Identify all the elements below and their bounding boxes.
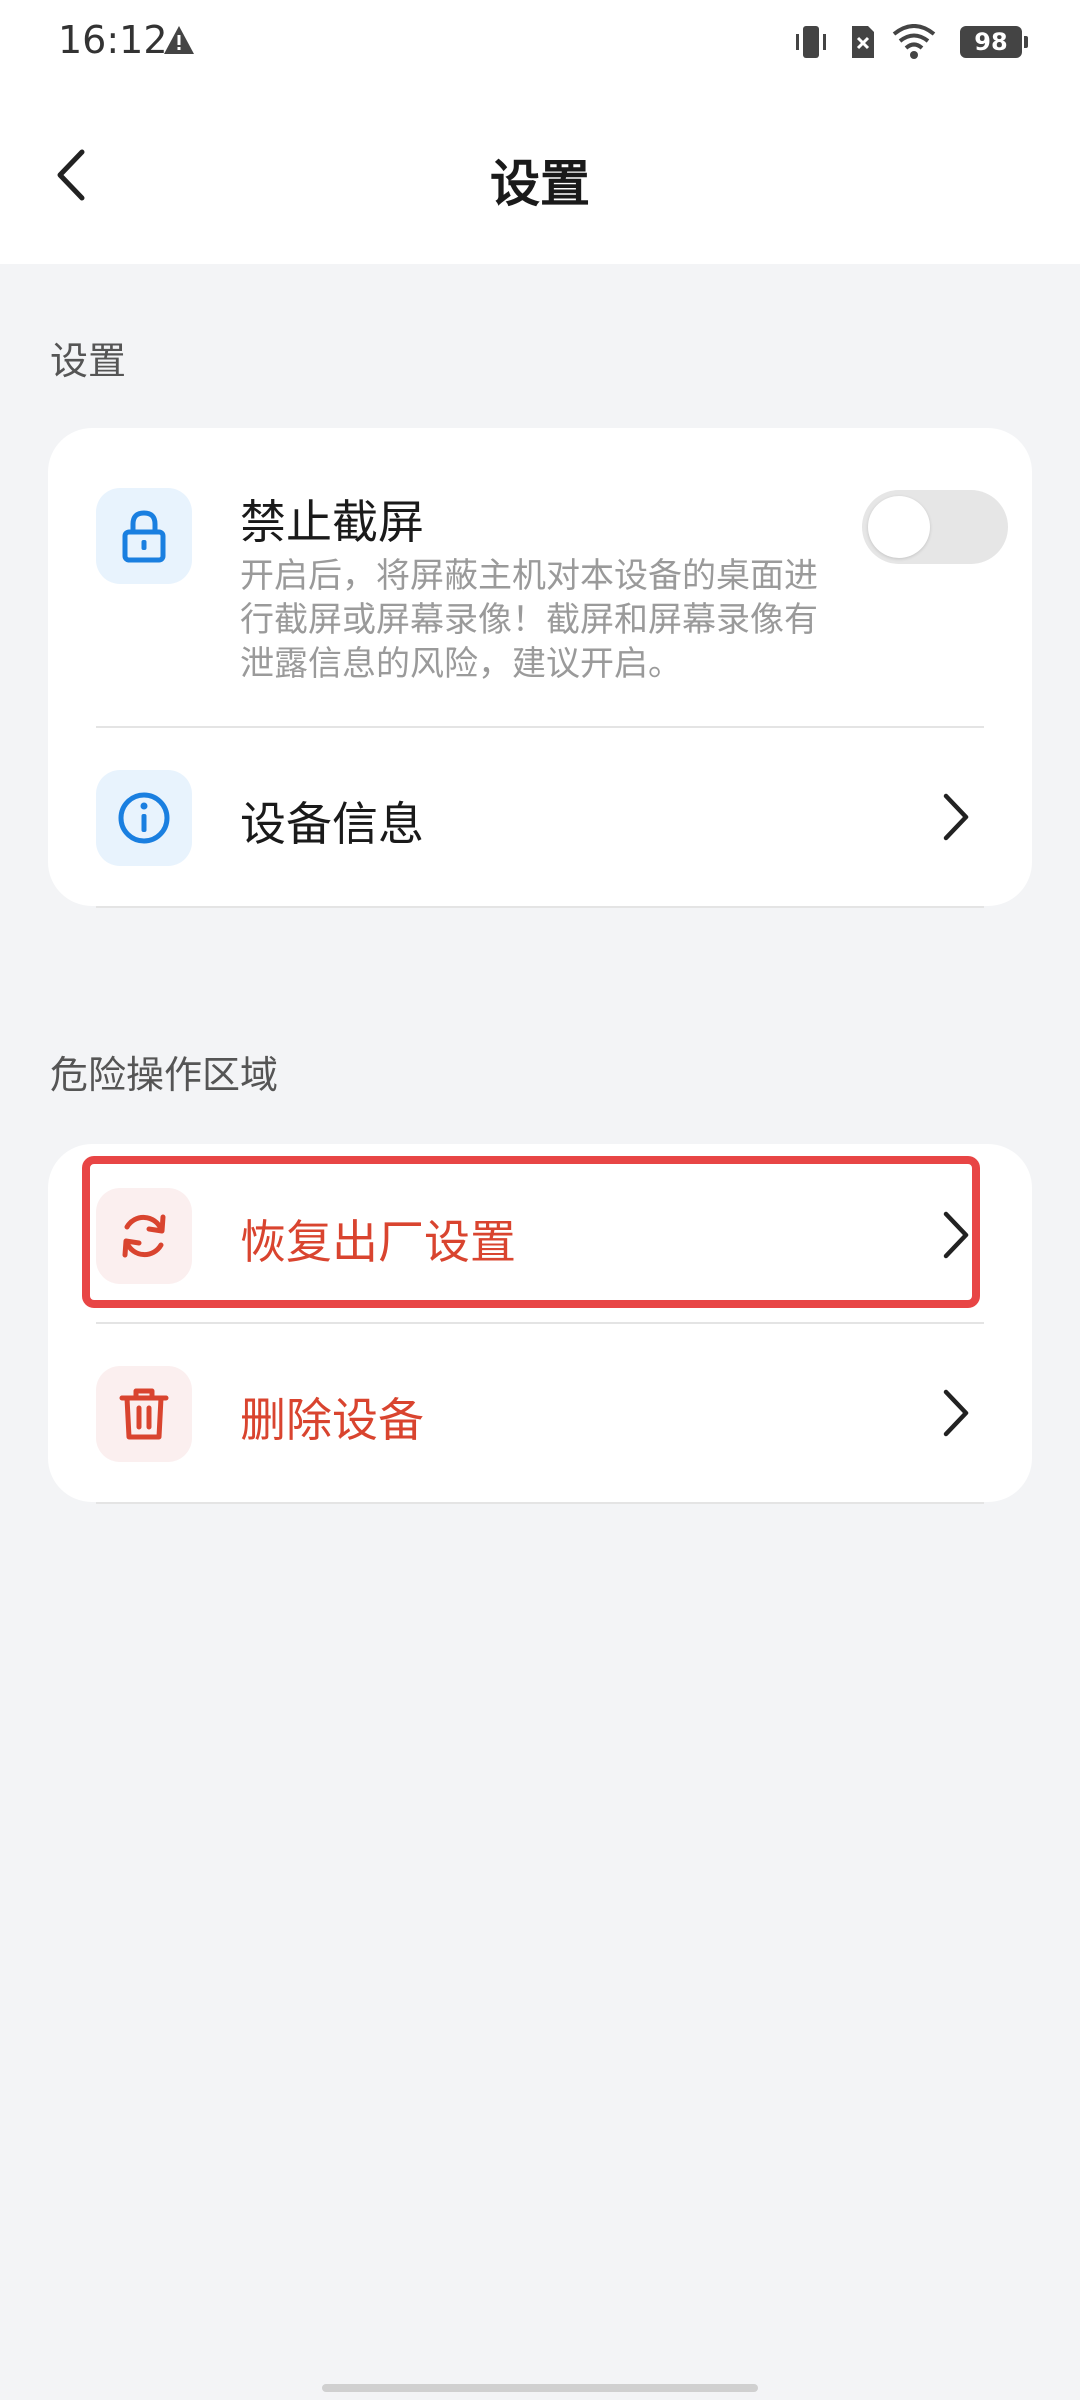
settings-card: 禁止截屏 开启后，将屏蔽主机对本设备的桌面进行截屏或屏幕录像！截屏和屏幕录像有泄… bbox=[48, 428, 1032, 906]
wifi-icon bbox=[892, 24, 936, 64]
section-title-settings: 设置 bbox=[50, 339, 127, 383]
trash-icon bbox=[119, 1388, 169, 1440]
row-label-delete-device: 删除设备 bbox=[240, 1393, 424, 1447]
row-label-device-info: 设备信息 bbox=[240, 797, 424, 851]
row-disable-screenshot: 禁止截屏 开启后，将屏蔽主机对本设备的桌面进行截屏或屏幕录像！截屏和屏幕录像有泄… bbox=[48, 428, 1032, 726]
divider bbox=[96, 1502, 984, 1504]
chevron-right-icon bbox=[938, 790, 972, 844]
row-label-disable-screenshot: 禁止截屏 bbox=[240, 495, 424, 549]
divider bbox=[96, 906, 984, 908]
home-indicator[interactable] bbox=[322, 2384, 758, 2392]
app-header: 设置 bbox=[0, 84, 1080, 264]
row-device-info[interactable]: 设备信息 bbox=[48, 728, 1032, 906]
row-delete-device[interactable]: 删除设备 bbox=[48, 1324, 1032, 1502]
warning-icon bbox=[162, 24, 196, 60]
row-desc-disable-screenshot: 开启后，将屏蔽主机对本设备的桌面进行截屏或屏幕录像！截屏和屏幕录像有泄露信息的风… bbox=[240, 556, 818, 684]
chevron-right-icon bbox=[938, 1386, 972, 1440]
highlight-box bbox=[82, 1156, 980, 1308]
battery-icon: 98 bbox=[960, 26, 1028, 58]
lock-icon bbox=[122, 510, 166, 563]
info-icon bbox=[118, 792, 170, 844]
status-icons: 98 bbox=[782, 22, 1028, 64]
disable-screenshot-toggle[interactable] bbox=[862, 490, 1008, 564]
lock-icon-box bbox=[96, 488, 192, 584]
info-icon-box bbox=[96, 770, 192, 866]
section-title-danger: 危险操作区域 bbox=[50, 1053, 279, 1097]
status-bar: 16:12 98 bbox=[0, 0, 1080, 84]
vibrate-icon bbox=[792, 22, 830, 66]
toggle-knob bbox=[868, 496, 930, 558]
page-title: 设置 bbox=[490, 155, 590, 213]
no-sim-icon bbox=[848, 22, 878, 66]
trash-icon-box bbox=[96, 1366, 192, 1462]
status-time: 16:12 bbox=[58, 18, 168, 62]
